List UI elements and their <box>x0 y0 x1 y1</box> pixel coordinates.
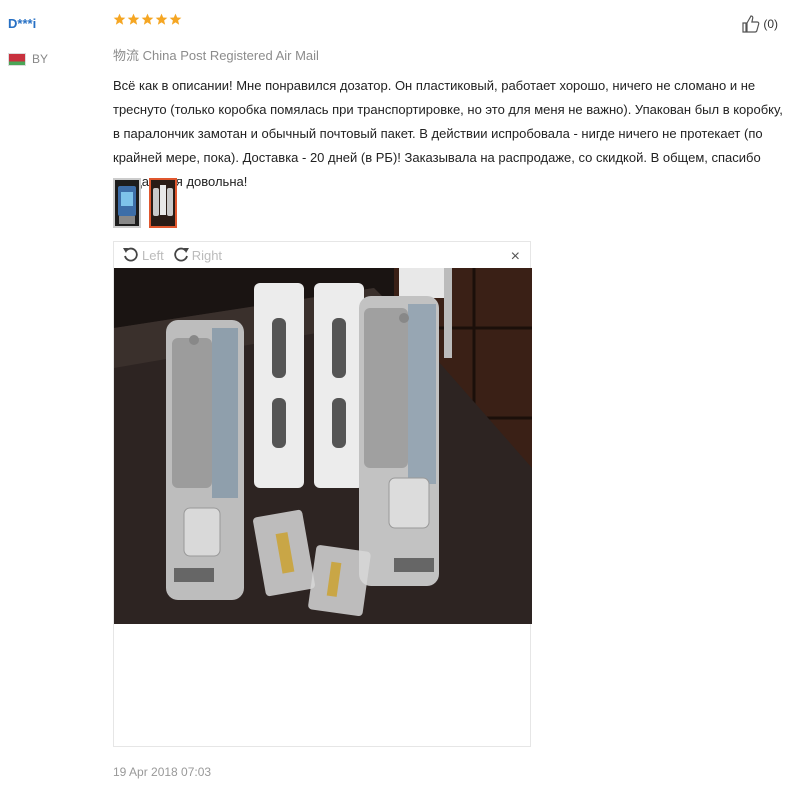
flag-icon <box>8 52 26 66</box>
review-text: Всё как в описании! Мне понравился дозат… <box>113 78 783 189</box>
rotate-left-button[interactable]: Left <box>122 246 164 264</box>
thumbnail-2[interactable] <box>149 178 177 228</box>
review-photo <box>114 268 532 624</box>
rotate-right-label: Right <box>191 247 223 263</box>
helpful-button[interactable]: (0) <box>741 14 778 34</box>
star-icon <box>141 13 154 25</box>
thumbnail-1-image <box>115 180 139 226</box>
active-thumbnail-indicator <box>158 227 168 228</box>
thumbnail-strip <box>113 178 177 228</box>
close-button[interactable]: × <box>511 248 520 266</box>
country: BY <box>8 52 48 66</box>
thumbnail-1[interactable] <box>113 178 141 228</box>
rotate-right-button[interactable]: Right <box>172 246 222 264</box>
image-viewer: Left Right × <box>113 241 532 747</box>
star-icon <box>127 13 140 25</box>
star-icon <box>169 13 182 25</box>
rotate-right-icon <box>174 247 189 262</box>
rotate-left-icon <box>123 247 138 262</box>
star-icon <box>155 13 168 25</box>
star-icon <box>113 13 126 25</box>
shipping-method: 物流 China Post Registered Air Mail <box>113 48 319 63</box>
country-code: BY <box>32 52 49 66</box>
star-rating <box>113 13 182 26</box>
thumbnail-2-image <box>151 180 175 226</box>
rotate-left-label: Left <box>142 247 164 263</box>
rotate-controls: Left Right <box>122 246 222 264</box>
review-date: 19 Apr 2018 07:03 <box>113 765 212 779</box>
user-name[interactable]: D***i <box>8 16 36 31</box>
thumbs-up-icon <box>742 15 760 33</box>
helpful-count: (0) <box>763 17 778 31</box>
